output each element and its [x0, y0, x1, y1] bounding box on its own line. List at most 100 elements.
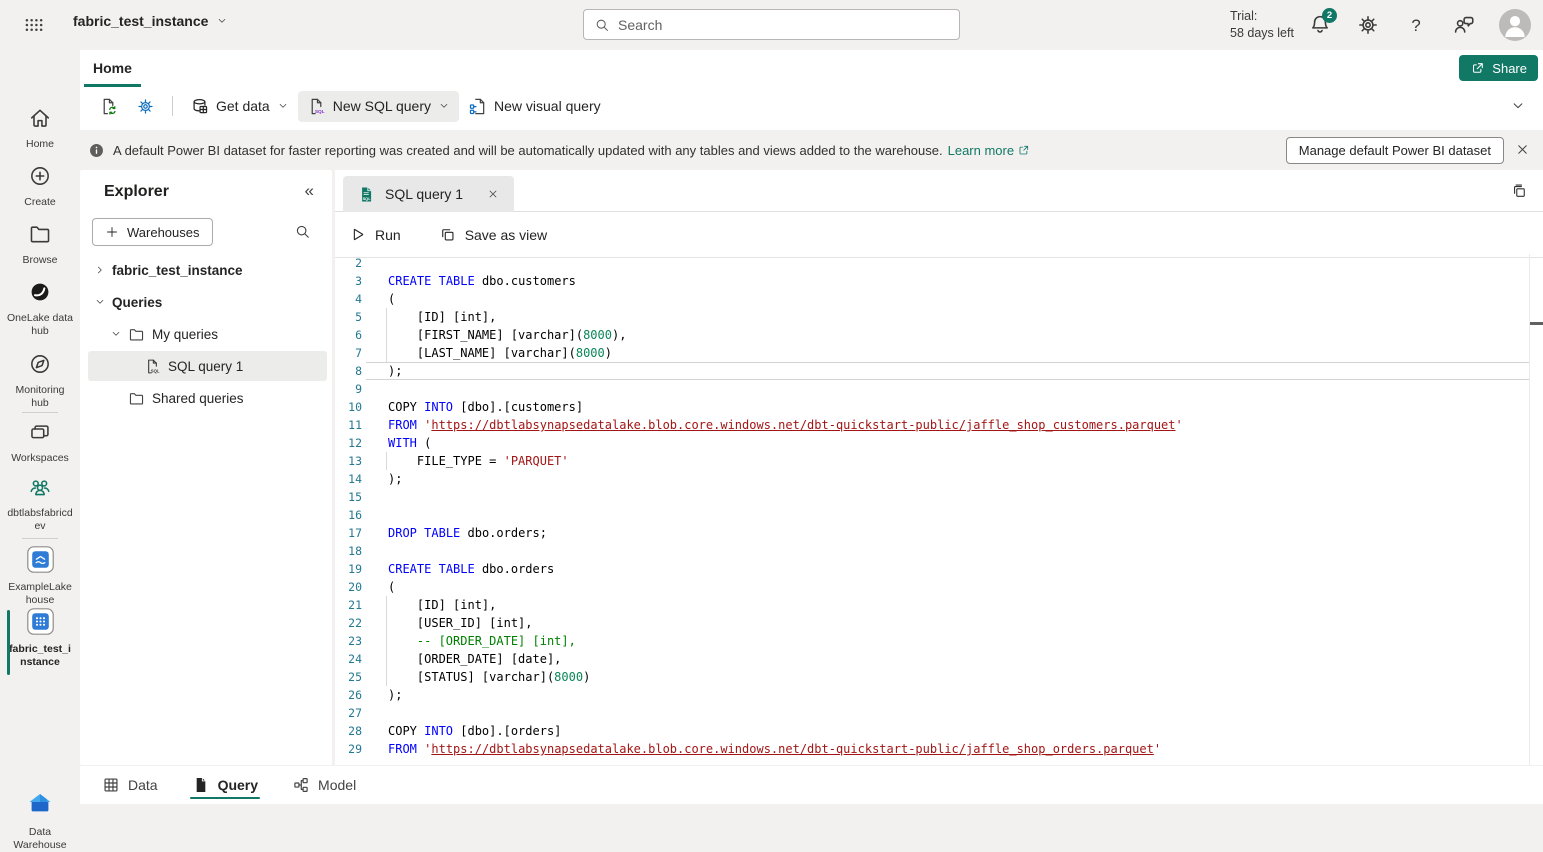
run-button[interactable]: Run: [349, 226, 401, 243]
code-line-10[interactable]: 10COPY INTO [dbo].[customers]: [335, 398, 1529, 416]
share-icon: [1470, 61, 1485, 76]
get-data-button[interactable]: Get data: [181, 91, 298, 122]
explorer-title: Explorer: [104, 183, 169, 201]
learn-more-label: Learn more: [948, 143, 1014, 158]
code-line-12[interactable]: 12WITH (: [335, 434, 1529, 452]
new-visual-query-button[interactable]: New visual query: [459, 91, 610, 122]
rail-item-label: Browse: [7, 254, 73, 267]
explorer-tree: fabric_test_instance QueriesMy queriesSQL…: [80, 254, 332, 414]
new-item-refresh-button[interactable]: [90, 91, 127, 122]
code-line-24[interactable]: 24 [ORDER_DATE] [date],: [335, 650, 1529, 668]
code-line-3[interactable]: 3CREATE TABLE dbo.customers: [335, 272, 1529, 290]
settings-gear-icon[interactable]: [1356, 13, 1380, 37]
external-link-icon: [1017, 144, 1030, 157]
code-line-17[interactable]: 17DROP TABLE dbo.orders;: [335, 524, 1529, 542]
global-search-box[interactable]: [583, 9, 960, 40]
chevron-right-icon[interactable]: [94, 263, 112, 277]
view-tab-query[interactable]: Query: [190, 766, 260, 804]
banner-close-icon[interactable]: [1515, 142, 1530, 157]
rail-item-browse[interactable]: Browse: [0, 222, 80, 267]
collapse-panel-icon[interactable]: «: [305, 181, 314, 201]
rail-item-data-warehouse[interactable]: Data Warehouse: [0, 790, 80, 852]
code-line-19[interactable]: 19CREATE TABLE dbo.orders: [335, 560, 1529, 578]
line-number: 4: [335, 292, 362, 306]
code-line-22[interactable]: 22 [USER_ID] [int],: [335, 614, 1529, 632]
rail-item-onelake-data-hub[interactable]: OneLake data hub: [0, 280, 80, 338]
code-line-9[interactable]: 9: [335, 380, 1529, 398]
tree-item-queries[interactable]: Queries: [80, 286, 332, 318]
code-line-8[interactable]: 8);: [335, 362, 1529, 380]
code-line-13[interactable]: 13 FILE_TYPE = 'PARQUET': [335, 452, 1529, 470]
explorer-search-icon[interactable]: [294, 223, 311, 240]
rail-item-create[interactable]: Create: [0, 164, 80, 209]
line-number: 11: [335, 418, 362, 432]
tree-item-sql-query-1[interactable]: SQLSQL query 1: [80, 350, 332, 382]
tree-item-label: fabric_test_instance: [112, 263, 243, 278]
code-line-16[interactable]: 16: [335, 506, 1529, 524]
chevron-down-icon: [438, 100, 450, 112]
view-tab-data[interactable]: Data: [100, 766, 160, 804]
warehouse-settings-button[interactable]: [127, 91, 164, 122]
tab-sql-query-1[interactable]: SQL SQL query 1: [343, 176, 514, 212]
query-toolbar: Run Save as view: [335, 212, 1543, 258]
copy-icon[interactable]: [1511, 183, 1528, 200]
sql-code-editor[interactable]: 23CREATE TABLE dbo.customers4(5 [ID] [in…: [335, 254, 1529, 765]
code-line-29[interactable]: 29FROM 'https://dbtlabsynapsedatalake.bl…: [335, 740, 1529, 758]
ribbon-collapse-chevron-icon[interactable]: [1510, 98, 1526, 114]
rail-item-monitoring-hub[interactable]: Monitoring hub: [0, 352, 80, 410]
code-line-4[interactable]: 4(: [335, 290, 1529, 308]
code-text: -- [ORDER_DATE] [int],: [388, 634, 576, 648]
code-line-7[interactable]: 7 [LAST_NAME] [varchar](8000): [335, 344, 1529, 362]
code-line-5[interactable]: 5 [ID] [int],: [335, 308, 1529, 326]
bottom-view-tabs: Data Query Model: [80, 766, 1543, 804]
code-text: [LAST_NAME] [varchar](8000): [388, 346, 612, 360]
workspace-switcher[interactable]: fabric_test_instance: [73, 13, 228, 29]
code-line-6[interactable]: 6 [FIRST_NAME] [varchar](8000),: [335, 326, 1529, 344]
code-line-21[interactable]: 21 [ID] [int],: [335, 596, 1529, 614]
indent-guide: [386, 632, 387, 650]
feedback-icon[interactable]: [1452, 13, 1476, 37]
code-line-27[interactable]: 27: [335, 704, 1529, 722]
trial-label: Trial:: [1230, 8, 1294, 25]
code-line-2[interactable]: 2: [335, 254, 1529, 272]
rail-item-home[interactable]: Home: [0, 106, 80, 151]
code-line-14[interactable]: 14);: [335, 470, 1529, 488]
code-line-23[interactable]: 23 -- [ORDER_DATE] [int],: [335, 632, 1529, 650]
code-line-15[interactable]: 15: [335, 488, 1529, 506]
rail-item-workspaces[interactable]: Workspaces: [0, 420, 80, 465]
query-editor-panel: SQL SQL query 1 Run Save as view 23CREAT…: [335, 170, 1543, 765]
sql-document-icon: SQL: [358, 186, 375, 203]
code-line-25[interactable]: 25 [STATUS] [varchar](8000): [335, 668, 1529, 686]
learn-more-link[interactable]: Learn more: [948, 143, 1030, 158]
manage-default-dataset-button[interactable]: Manage default Power BI dataset: [1286, 137, 1504, 164]
app-launcher-icon[interactable]: [24, 15, 44, 35]
tab-home[interactable]: Home: [84, 54, 141, 87]
tree-item-my-queries[interactable]: My queries: [80, 318, 332, 350]
document-refresh-icon: [99, 97, 118, 116]
help-icon[interactable]: ?: [1404, 13, 1428, 37]
add-warehouses-button[interactable]: Warehouses: [92, 218, 213, 246]
top-bar: fabric_test_instance Trial: 58 days left…: [0, 0, 1543, 50]
chevron-down-icon[interactable]: [94, 295, 112, 309]
rail-item-fabric-test-instance[interactable]: fabric_test_instance: [0, 608, 80, 669]
tree-item-fabric-test-instance[interactable]: fabric_test_instance: [80, 254, 332, 286]
share-button[interactable]: Share: [1459, 55, 1538, 81]
tab-close-icon[interactable]: [487, 188, 499, 200]
tree-item-shared-queries[interactable]: Shared queries: [80, 382, 332, 414]
rail-item-examplelakehouse[interactable]: ExampleLakehouse: [0, 546, 80, 607]
editor-scrollbar[interactable]: [1529, 254, 1543, 765]
rail-item-dbtlabsfabricdev[interactable]: dbtlabsfabricdev: [0, 475, 80, 533]
view-tab-model[interactable]: Model: [290, 766, 358, 804]
info-icon: [88, 142, 105, 159]
new-sql-query-button[interactable]: SQL New SQL query: [298, 91, 459, 122]
code-line-18[interactable]: 18: [335, 542, 1529, 560]
search-input[interactable]: [618, 17, 949, 33]
account-avatar[interactable]: [1499, 9, 1531, 41]
code-text: FROM 'https://dbtlabsynapsedatalake.blob…: [388, 742, 1161, 756]
code-line-28[interactable]: 28COPY INTO [dbo].[orders]: [335, 722, 1529, 740]
code-line-26[interactable]: 26);: [335, 686, 1529, 704]
save-as-view-button[interactable]: Save as view: [439, 226, 547, 243]
code-line-20[interactable]: 20(: [335, 578, 1529, 596]
chevron-down-icon[interactable]: [110, 327, 128, 341]
code-line-11[interactable]: 11FROM 'https://dbtlabsynapsedatalake.bl…: [335, 416, 1529, 434]
